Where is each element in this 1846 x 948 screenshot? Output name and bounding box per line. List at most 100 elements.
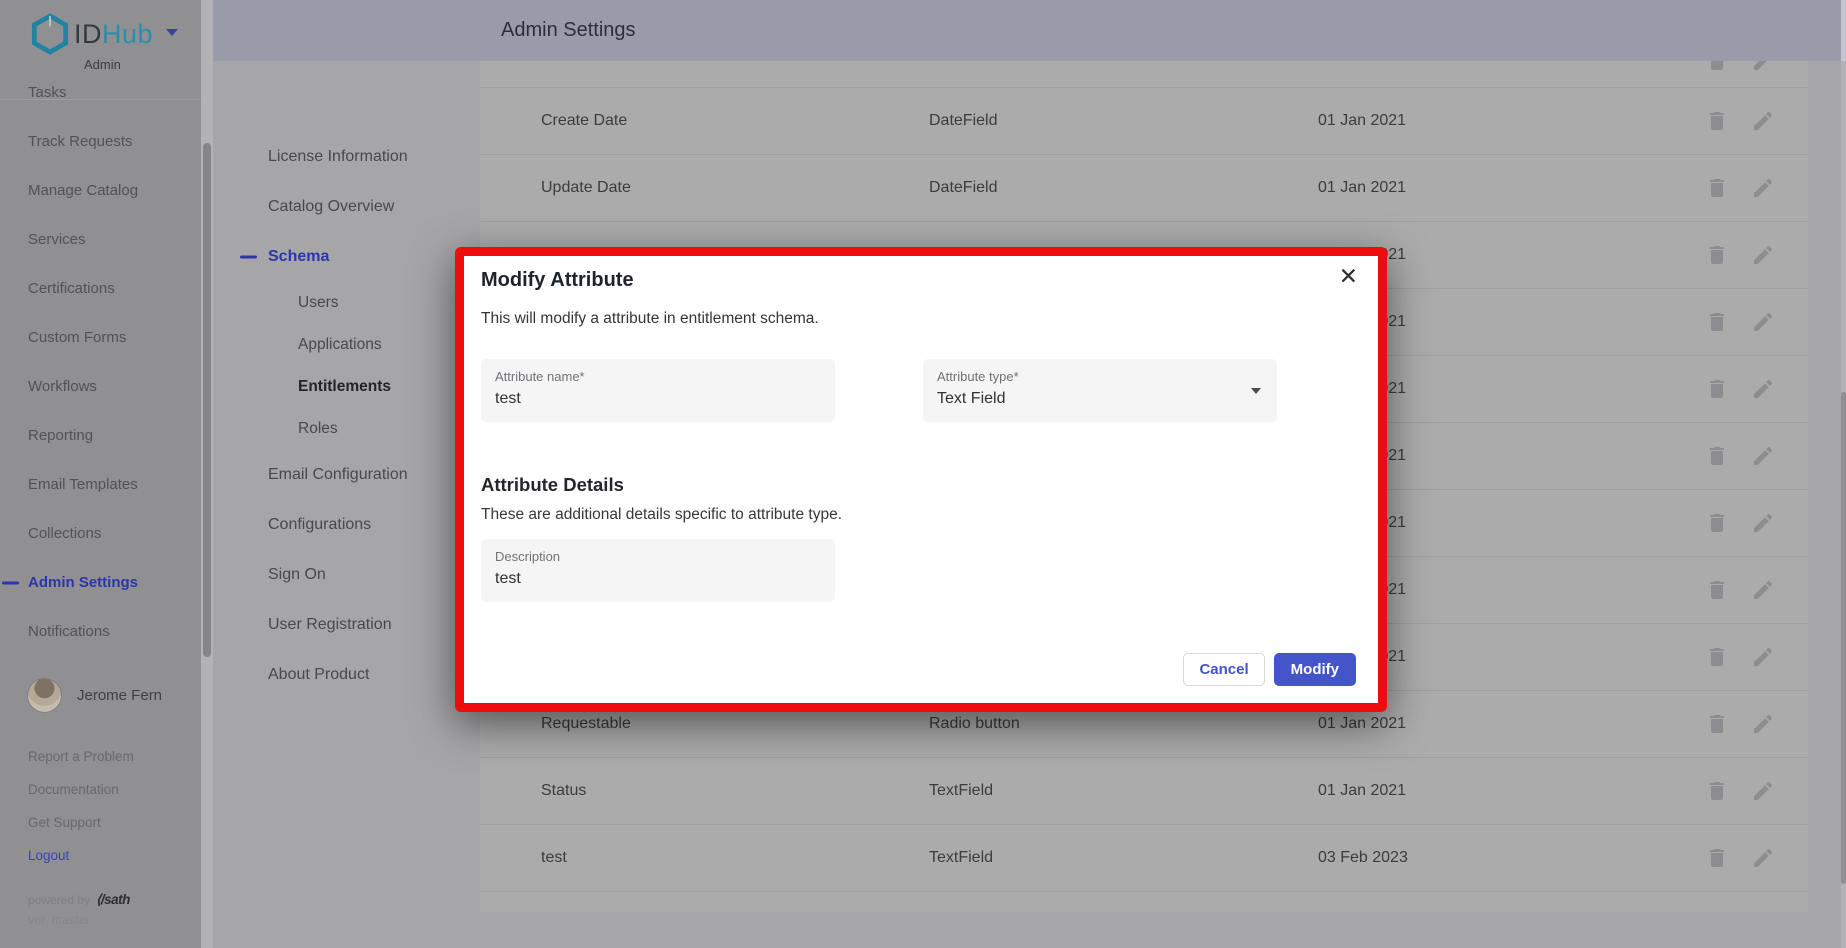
sidebar-footer-report-a-problem[interactable]: Report a Problem [0, 740, 201, 773]
chevron-down-icon[interactable] [166, 29, 178, 36]
powered-by: powered by ⟨/sath [28, 892, 130, 908]
brand-subtitle: Admin [84, 57, 121, 72]
row-actions [1705, 645, 1775, 669]
attribute-name-field[interactable]: Attribute name* test [481, 359, 835, 422]
panel-item-entitlements[interactable]: Entitlements [213, 366, 480, 408]
pencil-icon[interactable] [1751, 310, 1775, 334]
idhub-hexagon-icon [31, 13, 69, 55]
user-name: Jerome Fern [77, 687, 162, 704]
row-actions [1705, 61, 1775, 73]
pencil-icon[interactable] [1751, 444, 1775, 468]
trash-icon[interactable] [1705, 712, 1729, 736]
trash-icon[interactable] [1705, 444, 1729, 468]
description-field[interactable]: Description test [481, 539, 835, 602]
sidebar-item-certifications[interactable]: Certifications [0, 264, 201, 313]
attribute-name-cell: Update Date [541, 179, 631, 197]
pencil-icon[interactable] [1751, 846, 1775, 870]
chevron-down-icon[interactable] [1251, 388, 1261, 394]
row-actions [1705, 578, 1775, 602]
brand-name-primary: ID [74, 19, 102, 49]
trash-icon[interactable] [1705, 243, 1729, 267]
attribute-name-cell: Create Date [541, 112, 627, 130]
pencil-icon[interactable] [1751, 779, 1775, 803]
sidebar-item-notifications[interactable]: Notifications [0, 607, 201, 642]
sidebar-footer: Report a ProblemDocumentationGet Support… [0, 740, 201, 872]
sidebar-item-tasks[interactable]: Tasks [0, 80, 201, 117]
panel-item-applications[interactable]: Applications [213, 324, 480, 366]
panel-item-catalog-overview[interactable]: Catalog Overview [213, 182, 480, 232]
row-actions [1705, 176, 1775, 200]
trash-icon[interactable] [1705, 109, 1729, 133]
sidebar-scrollbar-thumb[interactable] [203, 143, 211, 657]
pencil-icon[interactable] [1751, 712, 1775, 736]
panel-item-license-information[interactable]: License Information [213, 132, 480, 182]
pencil-icon[interactable] [1751, 243, 1775, 267]
close-icon[interactable]: ✕ [1339, 265, 1358, 288]
sidebar-item-services[interactable]: Services [0, 215, 201, 264]
attribute-date-cell: 03 Feb 2023 [1318, 849, 1408, 867]
sidebar-footer-logout[interactable]: Logout [0, 839, 201, 872]
pencil-icon[interactable] [1751, 377, 1775, 401]
trash-icon[interactable] [1705, 377, 1729, 401]
sidebar-footer-documentation[interactable]: Documentation [0, 773, 201, 806]
sidebar-item-manage-catalog[interactable]: Manage Catalog [0, 166, 201, 215]
modify-button[interactable]: Modify [1274, 653, 1356, 686]
row-actions [1705, 310, 1775, 334]
attribute-name-label: Attribute name* [495, 369, 821, 384]
attribute-type-select[interactable]: Attribute type* Text Field [923, 359, 1277, 422]
row-actions [1705, 109, 1775, 133]
panel-item-roles[interactable]: Roles [213, 408, 480, 450]
primary-sidebar: IDHub Admin TasksTrack RequestsManage Ca… [0, 0, 201, 948]
trash-icon[interactable] [1705, 578, 1729, 602]
settings-nav-panel: License InformationCatalog OverviewSchem… [213, 61, 480, 700]
panel-item-about-product[interactable]: About Product [213, 650, 480, 700]
sidebar-item-track-requests[interactable]: Track Requests [0, 117, 201, 166]
sidebar-item-admin-settings[interactable]: Admin Settings [0, 558, 201, 607]
pencil-icon[interactable] [1751, 176, 1775, 200]
row-actions [1705, 846, 1775, 870]
trash-icon[interactable] [1705, 310, 1729, 334]
sidebar-item-email-templates[interactable]: Email Templates [0, 460, 201, 509]
pencil-icon[interactable] [1751, 578, 1775, 602]
panel-item-user-registration[interactable]: User Registration [213, 600, 480, 650]
sidebar-item-workflows[interactable]: Workflows [0, 362, 201, 411]
trash-icon[interactable] [1705, 846, 1729, 870]
attribute-date-cell: 01 Jan 2021 [1318, 715, 1406, 733]
panel-item-email-configuration[interactable]: Email Configuration [213, 450, 480, 500]
panel-item-users[interactable]: Users [213, 282, 480, 324]
row-actions [1705, 243, 1775, 267]
attribute-date-cell: 01 Jan 2021 [1318, 782, 1406, 800]
panel-item-configurations[interactable]: Configurations [213, 500, 480, 550]
attribute-name-cell: Status [541, 782, 586, 800]
row-actions [1705, 779, 1775, 803]
cancel-button[interactable]: Cancel [1183, 653, 1264, 686]
page-scrollbar-thumb[interactable] [1841, 392, 1846, 884]
trash-icon[interactable] [1705, 61, 1729, 73]
pencil-icon[interactable] [1751, 645, 1775, 669]
trash-icon[interactable] [1705, 176, 1729, 200]
description-label: Description [495, 549, 821, 564]
sidebar-item-collections[interactable]: Collections [0, 509, 201, 558]
attribute-date-cell: 01 Jan 2021 [1318, 112, 1406, 130]
brand-name-secondary: Hub [102, 19, 153, 49]
sidebar-item-custom-forms[interactable]: Custom Forms [0, 313, 201, 362]
sidebar-item-reporting[interactable]: Reporting [0, 411, 201, 460]
modal-actions: Cancel Modify [1183, 653, 1356, 686]
trash-icon[interactable] [1705, 511, 1729, 535]
sidebar-footer-get-support[interactable]: Get Support [0, 806, 201, 839]
panel-item-schema[interactable]: Schema [213, 232, 480, 282]
page-scrollbar-track-header [1841, 0, 1846, 61]
table-row-create-date: Create Date DateField 01 Jan 2021 [480, 88, 1808, 155]
user-profile[interactable]: Jerome Fern [27, 678, 162, 713]
pencil-icon[interactable] [1751, 511, 1775, 535]
avatar [27, 678, 62, 713]
page-title: Admin Settings [213, 0, 1841, 61]
trash-icon[interactable] [1705, 779, 1729, 803]
trash-icon[interactable] [1705, 645, 1729, 669]
pencil-icon[interactable] [1751, 61, 1775, 73]
modal-title: Modify Attribute [481, 269, 634, 292]
sath-logo: ⟨/sath [96, 892, 130, 908]
table-row-update-date: Update Date DateField 01 Jan 2021 [480, 155, 1808, 222]
panel-item-sign-on[interactable]: Sign On [213, 550, 480, 600]
pencil-icon[interactable] [1751, 109, 1775, 133]
